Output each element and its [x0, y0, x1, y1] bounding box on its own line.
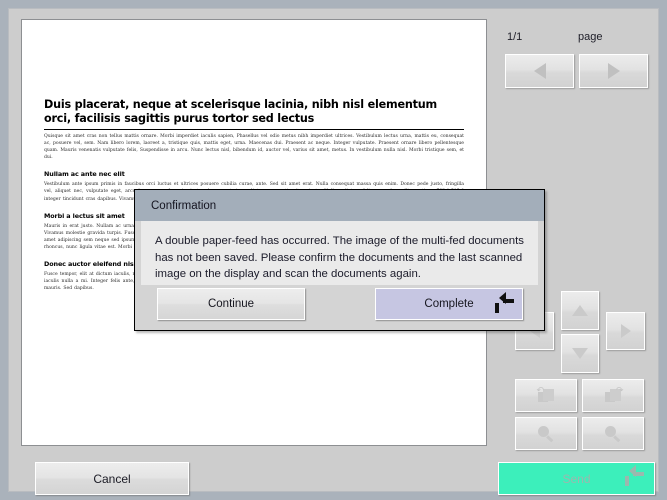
triangle-up-icon: [572, 305, 588, 316]
cancel-button-label: Cancel: [93, 471, 131, 486]
dialog-complete-button[interactable]: Complete: [375, 288, 523, 320]
pan-right-button[interactable]: [606, 312, 645, 350]
zoom-in-button[interactable]: [582, 417, 644, 450]
cancel-button[interactable]: Cancel: [35, 462, 189, 495]
main-panel: Duis placerat, neque at scelerisque laci…: [8, 8, 659, 495]
page-label: page: [578, 31, 603, 43]
scanner-app-window: Duis placerat, neque at scelerisque laci…: [0, 0, 667, 500]
dialog-continue-label: Continue: [207, 298, 255, 310]
triangle-right-icon: [607, 63, 620, 79]
dialog-titlebar: Confirmation: [135, 190, 544, 221]
document-intro-paragraph: Quisque sit amet cras non tellus mattis …: [44, 134, 464, 161]
enter-key-icon: [625, 465, 644, 489]
dialog-message: A double paper-feed has occurred. The im…: [155, 235, 524, 281]
document-title: Duis placerat, neque at scelerisque laci…: [44, 98, 464, 130]
enter-key-icon: [495, 292, 514, 316]
confirmation-dialog: Confirmation A double paper-feed has occ…: [134, 189, 545, 331]
prev-page-button[interactable]: [505, 54, 574, 88]
zoom-out-button[interactable]: [515, 417, 577, 450]
rotate-right-button[interactable]: ↷: [582, 379, 644, 412]
send-button[interactable]: Send: [498, 462, 655, 495]
dialog-complete-label: Complete: [424, 298, 474, 310]
next-page-button[interactable]: [579, 54, 648, 88]
dialog-body: A double paper-feed has occurred. The im…: [141, 221, 538, 285]
pan-down-button[interactable]: [561, 334, 599, 373]
rotate-cw-icon: ↷: [604, 385, 624, 404]
dialog-title: Confirmation: [151, 199, 217, 212]
send-button-label: Send: [562, 471, 591, 486]
magnifier-icon: [538, 425, 554, 443]
dialog-actions: Continue Complete: [135, 286, 544, 330]
rotate-ccw-icon: ↶: [537, 385, 555, 404]
triangle-left-icon: [533, 63, 546, 79]
dialog-continue-button[interactable]: Continue: [157, 288, 305, 320]
document-section-heading: Nullam ac ante nec elit: [44, 170, 125, 179]
triangle-right-icon: [620, 324, 631, 338]
pan-up-button[interactable]: [561, 291, 599, 330]
magnifier-icon: [605, 425, 621, 443]
triangle-down-icon: [572, 348, 588, 359]
page-counter: 1/1: [507, 31, 523, 43]
rotate-left-button[interactable]: ↶: [515, 379, 577, 412]
